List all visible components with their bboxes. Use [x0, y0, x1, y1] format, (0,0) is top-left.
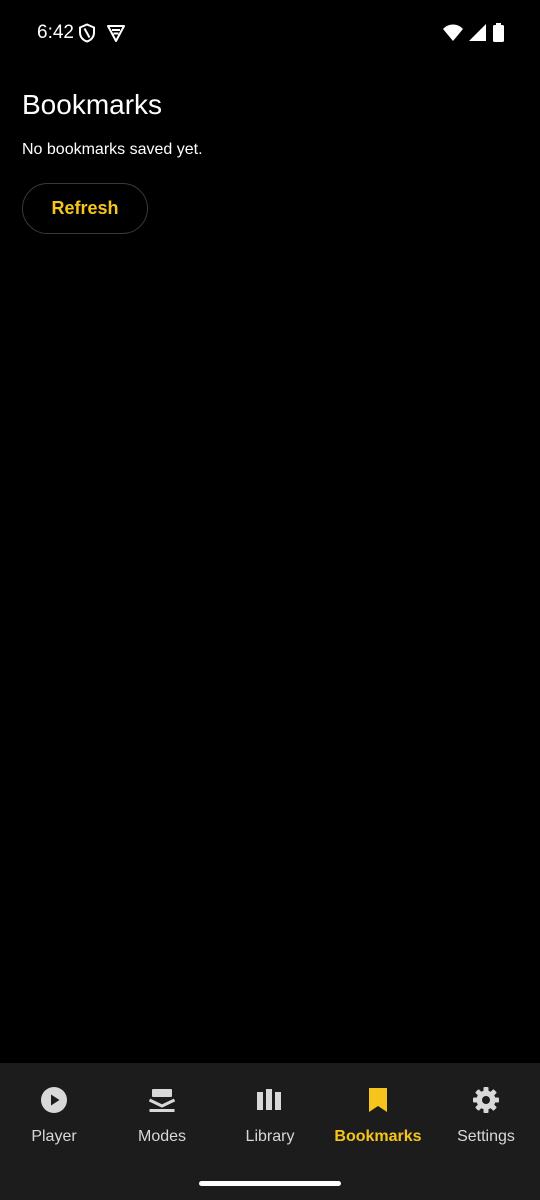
- status-time: 6:42: [37, 22, 74, 43]
- nav-label-settings: Settings: [457, 1128, 515, 1145]
- status-left-icons: [78, 23, 126, 43]
- layers-icon: [148, 1086, 176, 1114]
- nav-label-library: Library: [245, 1128, 295, 1145]
- nav-label-player: Player: [31, 1128, 77, 1145]
- shield-icon: [78, 23, 96, 43]
- status-bar: 6:42: [0, 0, 540, 66]
- battery-icon: [493, 23, 504, 42]
- play-circle-icon: [40, 1086, 68, 1114]
- nav-label-modes: Modes: [137, 1128, 187, 1145]
- wifi-icon: [443, 24, 463, 41]
- page-title: Bookmarks: [22, 89, 163, 120]
- refresh-button[interactable]: Refresh: [22, 183, 148, 234]
- nav-item-settings[interactable]: Settings: [432, 1063, 540, 1163]
- gear-icon: [472, 1086, 500, 1114]
- empty-state-message: No bookmarks saved yet.: [22, 141, 203, 158]
- nav-label-bookmarks: Bookmarks: [334, 1128, 422, 1145]
- status-right-icons: [443, 23, 504, 42]
- vpn-icon: [106, 23, 126, 43]
- bottom-navigation: Player Modes Library Bookmarks Settings: [0, 1063, 540, 1200]
- nav-items: Player Modes Library Bookmarks Settings: [0, 1063, 540, 1163]
- nav-item-library[interactable]: Library: [216, 1063, 324, 1163]
- home-indicator[interactable]: [199, 1181, 341, 1186]
- nav-item-bookmarks[interactable]: Bookmarks: [324, 1063, 432, 1163]
- nav-item-modes[interactable]: Modes: [108, 1063, 216, 1163]
- signal-icon: [469, 24, 487, 41]
- library-icon: [256, 1086, 284, 1114]
- bookmark-icon: [364, 1086, 392, 1114]
- nav-item-player[interactable]: Player: [0, 1063, 108, 1163]
